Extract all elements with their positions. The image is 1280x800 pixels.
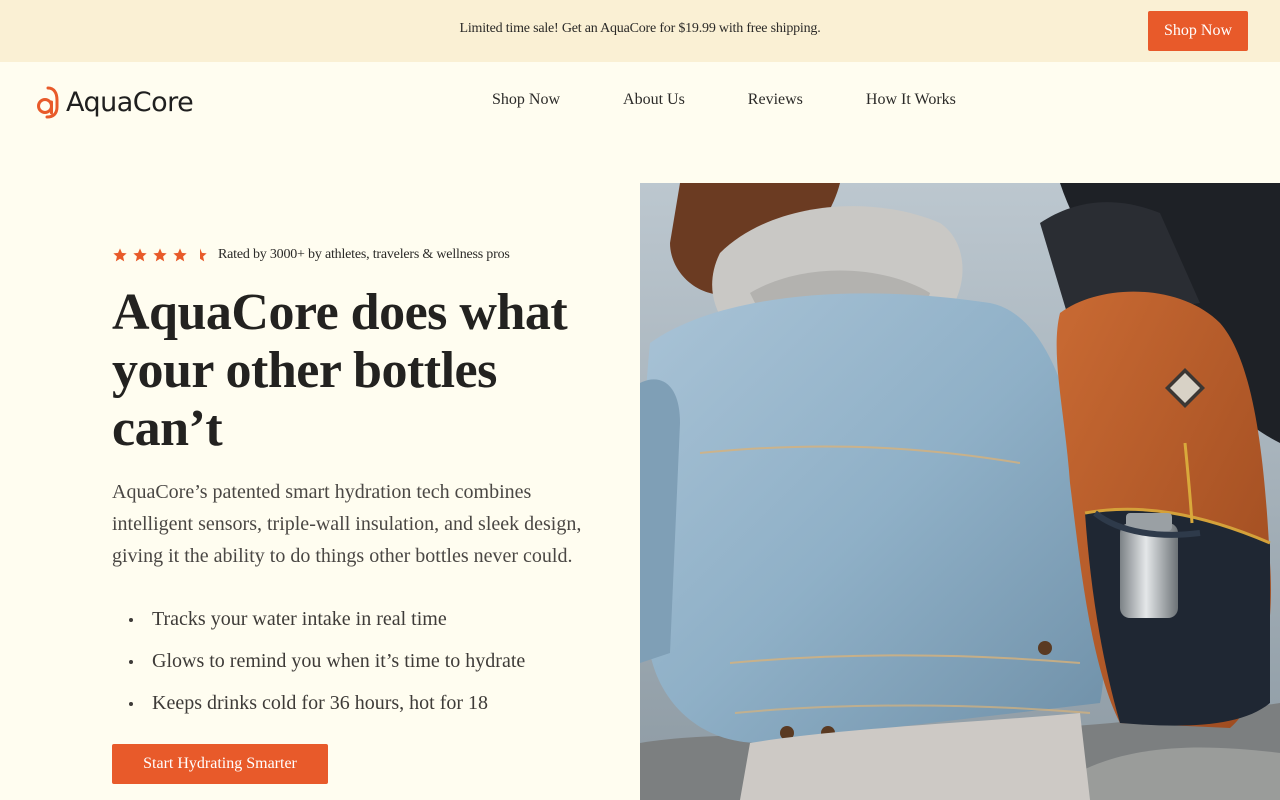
nav-shop-now[interactable]: Shop Now [492,91,560,109]
promo-banner: Limited time sale! Get an AquaCore for $… [0,0,1280,62]
nav-how-it-works[interactable]: How It Works [866,91,956,109]
main-nav: Shop Now About Us Reviews How It Works [492,91,956,109]
star-rating [112,247,208,263]
rating-row: Rated by 3000+ by athletes, travelers & … [112,247,510,263]
logo-mark-icon [37,86,59,119]
logo-text: AquaCore [66,87,194,118]
hero-photo [640,183,1280,800]
hero-description: AquaCore’s patented smart hydration tech… [112,481,582,567]
promo-shop-now-button[interactable]: Shop Now [1148,11,1248,51]
feature-list: Tracks your water intake in real time Gl… [112,598,525,724]
nav-reviews[interactable]: Reviews [748,91,803,109]
logo[interactable]: AquaCore [34,84,194,120]
feature-item: Keeps drinks cold for 36 hours, hot for … [112,682,525,724]
hero-headline: AquaCore does what your other bottles ca… [112,284,568,457]
nav-about-us[interactable]: About Us [623,91,685,109]
feature-item: Tracks your water intake in real time [112,598,525,640]
star-icon [153,248,167,262]
star-icon [173,248,187,262]
promo-text: Limited time sale! Get an AquaCore for $… [459,21,821,36]
half-star-icon [200,248,207,262]
feature-item: Glows to remind you when it’s time to hy… [112,640,525,682]
photo-illustration-icon [640,183,1280,800]
star-icon [113,248,127,262]
star-icon [133,248,147,262]
start-hydrating-button[interactable]: Start Hydrating Smarter [112,744,328,784]
rating-text: Rated by 3000+ by athletes, travelers & … [218,247,510,262]
